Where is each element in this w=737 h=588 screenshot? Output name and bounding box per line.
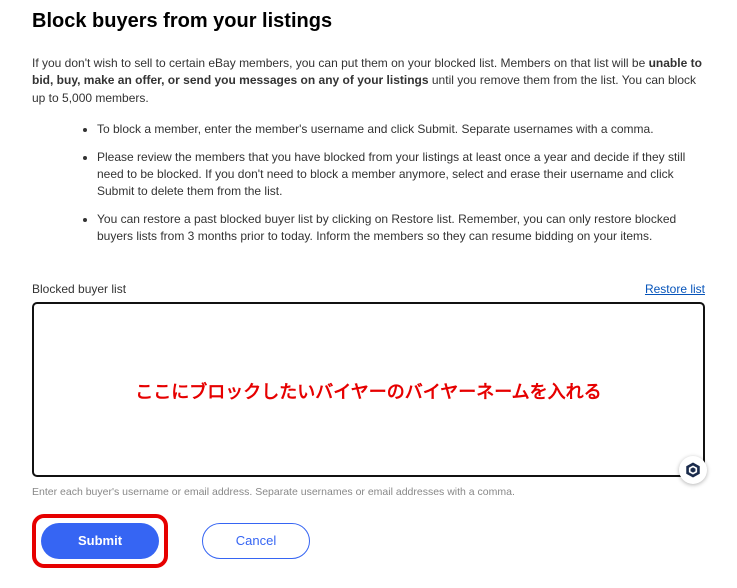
tip-item: Please review the members that you have … — [97, 149, 695, 201]
hexagon-icon — [684, 461, 702, 479]
submit-button[interactable]: Submit — [41, 523, 159, 559]
intro-part1: If you don't wish to sell to certain eBa… — [32, 56, 649, 70]
page-title: Block buyers from your listings — [32, 10, 705, 33]
assistant-icon[interactable] — [679, 456, 707, 484]
restore-list-link[interactable]: Restore list — [645, 282, 705, 296]
blocked-list-label: Blocked buyer list — [32, 282, 126, 296]
tip-item: You can restore a past blocked buyer lis… — [97, 211, 695, 246]
blocked-list-input[interactable] — [32, 302, 705, 477]
button-row: Submit Cancel — [32, 514, 705, 568]
tip-item: To block a member, enter the member's us… — [97, 121, 695, 138]
helper-text: Enter each buyer's username or email add… — [32, 486, 705, 498]
submit-highlight: Submit — [32, 514, 168, 568]
cancel-button[interactable]: Cancel — [202, 523, 310, 559]
tips-list: To block a member, enter the member's us… — [97, 121, 695, 245]
blocked-list-wrap: ここにブロックしたいバイヤーのバイヤーネームを入れる — [32, 302, 705, 480]
intro-text: If you don't wish to sell to certain eBa… — [32, 55, 705, 107]
